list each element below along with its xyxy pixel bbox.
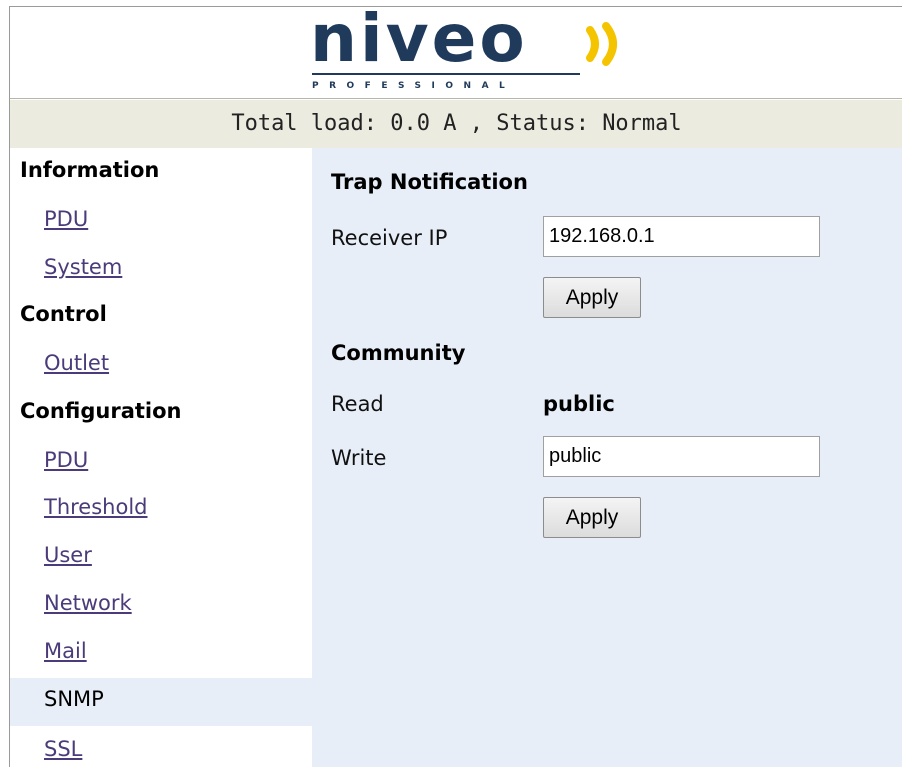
header: niveo PROFESSIONAL <box>10 7 902 99</box>
sidebar-item-config-pdu[interactable]: PDU <box>44 448 88 472</box>
trap-notification-title: Trap Notification <box>331 170 528 194</box>
write-community-input[interactable] <box>543 436 820 477</box>
logo-wordmark: niveo <box>310 6 528 77</box>
sidebar-item-mail[interactable]: Mail <box>44 639 87 663</box>
sidebar-item-outlet[interactable]: Outlet <box>44 351 109 375</box>
logo-divider <box>312 73 580 75</box>
sidebar-item-user[interactable]: User <box>44 543 92 567</box>
sidebar-item-ssl[interactable]: SSL <box>44 737 82 761</box>
write-label: Write <box>331 446 387 470</box>
niveo-logo: niveo PROFESSIONAL <box>310 7 630 96</box>
logo-subtitle: PROFESSIONAL <box>312 81 516 91</box>
sidebar-item-network[interactable]: Network <box>44 591 132 615</box>
sidebar-section-configuration: Configuration <box>20 399 182 423</box>
sidebar-section-control: Control <box>20 302 107 326</box>
sidebar-item-system[interactable]: System <box>44 255 122 279</box>
status-bar: Total load: 0.0 A , Status: Normal <box>10 100 902 148</box>
signal-waves-icon <box>586 22 617 66</box>
read-community-value: public <box>543 392 615 416</box>
sidebar-item-info-pdu[interactable]: PDU <box>44 207 88 231</box>
app-frame: niveo PROFESSIONAL Total load: 0.0 A , S… <box>9 6 902 767</box>
receiver-ip-input[interactable] <box>543 216 820 257</box>
snmp-settings-panel: Trap Notification Receiver IP Apply Comm… <box>312 148 902 767</box>
community-title: Community <box>331 341 466 365</box>
sidebar-item-snmp-label: SNMP <box>44 687 104 711</box>
sidebar-item-threshold[interactable]: Threshold <box>44 495 148 519</box>
sidebar-section-information: Information <box>20 158 160 182</box>
trap-apply-button[interactable]: Apply <box>543 277 641 318</box>
read-label: Read <box>331 392 384 416</box>
community-apply-button[interactable]: Apply <box>543 497 641 538</box>
receiver-ip-label: Receiver IP <box>331 226 448 250</box>
sidebar: Information PDU System Control Outlet Co… <box>10 148 312 767</box>
sidebar-item-snmp[interactable]: SNMP <box>10 678 312 726</box>
